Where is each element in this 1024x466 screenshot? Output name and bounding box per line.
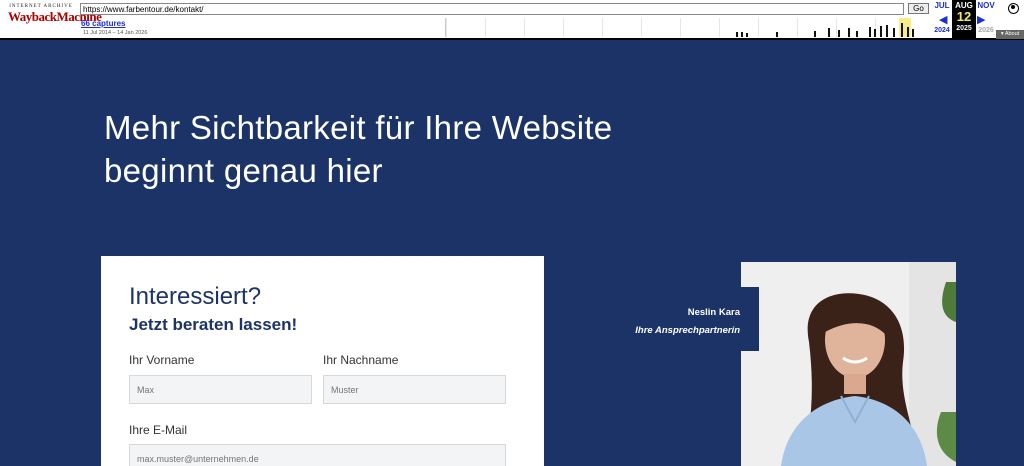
wayback-sparkline[interactable] bbox=[445, 18, 915, 37]
form-title: Interessiert? bbox=[129, 283, 262, 310]
contact-person-tag: Neslin Kara Ihre Ansprechpartnerin bbox=[602, 287, 759, 351]
contact-portrait-image bbox=[741, 262, 956, 466]
form-subtitle: Jetzt beraten lassen! bbox=[129, 315, 298, 334]
next-year-label: 2026 bbox=[978, 27, 994, 34]
last-name-input[interactable] bbox=[323, 375, 506, 404]
first-name-label: Ihr Vorname bbox=[129, 353, 195, 367]
prev-month-label: JUL bbox=[934, 1, 950, 10]
hero-heading: Mehr Sichtbarkeit für Ihre Website begin… bbox=[104, 106, 724, 192]
wayback-logo[interactable]: INTERNET ARCHIVE WaybackMachine bbox=[8, 4, 102, 32]
prev-year-label: 2024 bbox=[934, 27, 950, 34]
current-year-label: 2025 bbox=[956, 25, 972, 32]
hero-line-2: beginnt genau hier bbox=[104, 152, 383, 189]
last-name-label: Ihr Nachname bbox=[323, 353, 399, 367]
contact-name: Neslin Kara bbox=[687, 307, 740, 318]
contact-form-card: Interessiert? Jetzt beraten lassen! Ihr … bbox=[101, 256, 544, 466]
wayback-next-month[interactable]: NOV 2026 bbox=[974, 0, 998, 34]
wayback-date-range: 11 Jul 2014 – 14 Jan 2026 bbox=[83, 30, 148, 36]
email-label: Ihre E-Mail bbox=[129, 423, 188, 437]
current-day-label: 12 bbox=[956, 9, 972, 24]
first-name-input[interactable] bbox=[129, 375, 312, 404]
wayback-captures-link[interactable]: 66 captures bbox=[81, 19, 125, 28]
user-icon[interactable] bbox=[1008, 3, 1019, 14]
email-input[interactable] bbox=[129, 444, 506, 466]
wayback-toolbar: INTERNET ARCHIVE WaybackMachine Go 66 ca… bbox=[0, 0, 1024, 40]
hero-line-1: Mehr Sichtbarkeit für Ihre Website bbox=[104, 109, 613, 146]
wayback-go-button[interactable]: Go bbox=[908, 3, 929, 14]
wayback-current-date: AUG 12 2025 bbox=[952, 0, 976, 38]
contact-photo bbox=[741, 262, 956, 466]
wayback-url-input[interactable] bbox=[80, 3, 904, 15]
about-label: About bbox=[1004, 31, 1020, 37]
left-arrow-icon[interactable]: ◀ bbox=[939, 13, 947, 26]
next-month-label: NOV bbox=[977, 1, 995, 10]
contact-role: Ihre Ansprechpartnerin bbox=[635, 325, 740, 336]
wayback-logo-text: WaybackMachine bbox=[8, 9, 102, 24]
wayback-about-button[interactable]: ▾ About bbox=[996, 30, 1024, 39]
